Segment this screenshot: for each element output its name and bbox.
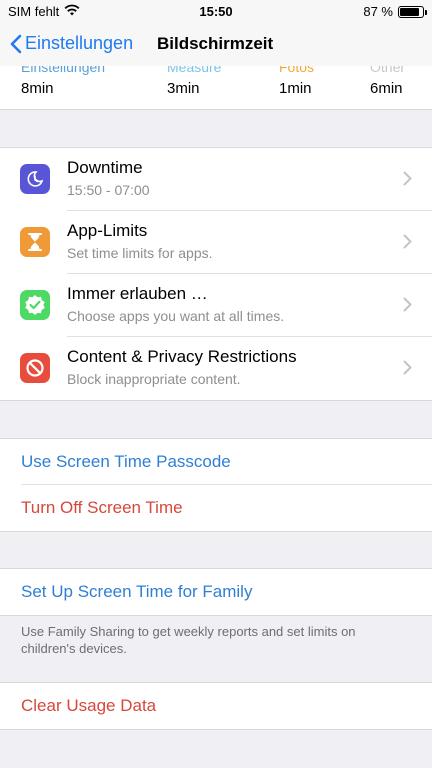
row-subtitle: Choose apps you want at all times.	[67, 308, 285, 324]
row-subtitle: Block inappropriate content.	[67, 371, 241, 387]
usage-category: Einstellungen	[21, 66, 106, 75]
row-title: Downtime	[67, 158, 143, 177]
passcode-group: Use Screen Time Passcode Turn Off Screen…	[0, 438, 432, 532]
use-passcode-button[interactable]: Use Screen Time Passcode	[0, 439, 432, 485]
row-title: Immer erlauben …	[67, 284, 208, 303]
family-footnote: Use Family Sharing to get weekly reports…	[21, 624, 356, 656]
usage-item: Measure 3min	[167, 66, 221, 97]
content-privacy-row[interactable]: Content & Privacy Restrictions Block ina…	[0, 337, 432, 400]
chevron-left-icon	[10, 34, 22, 53]
page-title: Bildschirmzeit	[157, 34, 274, 53]
clear-usage-button[interactable]: Clear Usage Data	[0, 683, 432, 729]
usage-value: 6min	[370, 80, 403, 97]
battery-icon	[398, 5, 427, 18]
hourglass-icon	[20, 227, 50, 257]
family-group: Set Up Screen Time for Family	[0, 568, 432, 616]
turn-off-label: Turn Off Screen Time	[21, 498, 183, 517]
usage-value: 1min	[279, 80, 312, 97]
back-label: Einstellungen	[25, 33, 134, 53]
battery-percent: 87 %	[363, 4, 393, 19]
app-limits-row[interactable]: App-Limits Set time limits for apps.	[0, 211, 432, 274]
navigation-bar: Einstellungen Bildschirmzeit	[0, 22, 432, 66]
usage-item: Fotos 1min	[279, 66, 314, 97]
family-setup-label: Set Up Screen Time for Family	[21, 582, 253, 601]
no-entry-icon	[20, 353, 50, 383]
family-setup-button[interactable]: Set Up Screen Time for Family	[0, 569, 432, 615]
chevron-right-icon	[403, 360, 412, 375]
usage-category: Measure	[167, 66, 222, 75]
clear-usage-group: Clear Usage Data	[0, 682, 432, 730]
usage-category: Other	[370, 66, 406, 75]
row-title: Content & Privacy Restrictions	[67, 347, 297, 366]
row-title: App-Limits	[67, 221, 148, 240]
clear-usage-label: Clear Usage Data	[21, 696, 157, 715]
back-button[interactable]: Einstellungen	[10, 33, 133, 54]
downtime-row[interactable]: Downtime 15:50 - 07:00	[0, 148, 432, 211]
status-bar: SIM fehlt 15:50 87 %	[0, 0, 432, 22]
always-allowed-row[interactable]: Immer erlauben … Choose apps you want at…	[0, 274, 432, 337]
row-subtitle: 15:50 - 07:00	[67, 182, 150, 198]
usage-category: Fotos	[279, 66, 315, 75]
usage-value: 8min	[21, 80, 54, 97]
usage-item: Other 6min	[370, 66, 405, 97]
usage-item: Einstellungen 8min	[21, 66, 105, 97]
check-badge-icon	[20, 290, 50, 320]
chevron-right-icon	[403, 171, 412, 186]
use-passcode-label: Use Screen Time Passcode	[21, 452, 231, 471]
moon-clock-icon	[20, 164, 50, 194]
row-subtitle: Set time limits for apps.	[67, 245, 213, 261]
usage-value: 3min	[167, 80, 200, 97]
chevron-right-icon	[403, 297, 412, 312]
turn-off-screen-time-button[interactable]: Turn Off Screen Time	[0, 485, 432, 531]
usage-summary[interactable]: Einstellungen 8min Measure 3min Fotos 1m…	[0, 66, 432, 110]
chevron-right-icon	[403, 234, 412, 249]
screen-time-settings-group: Downtime 15:50 - 07:00 App-Limits Set ti…	[0, 147, 432, 401]
